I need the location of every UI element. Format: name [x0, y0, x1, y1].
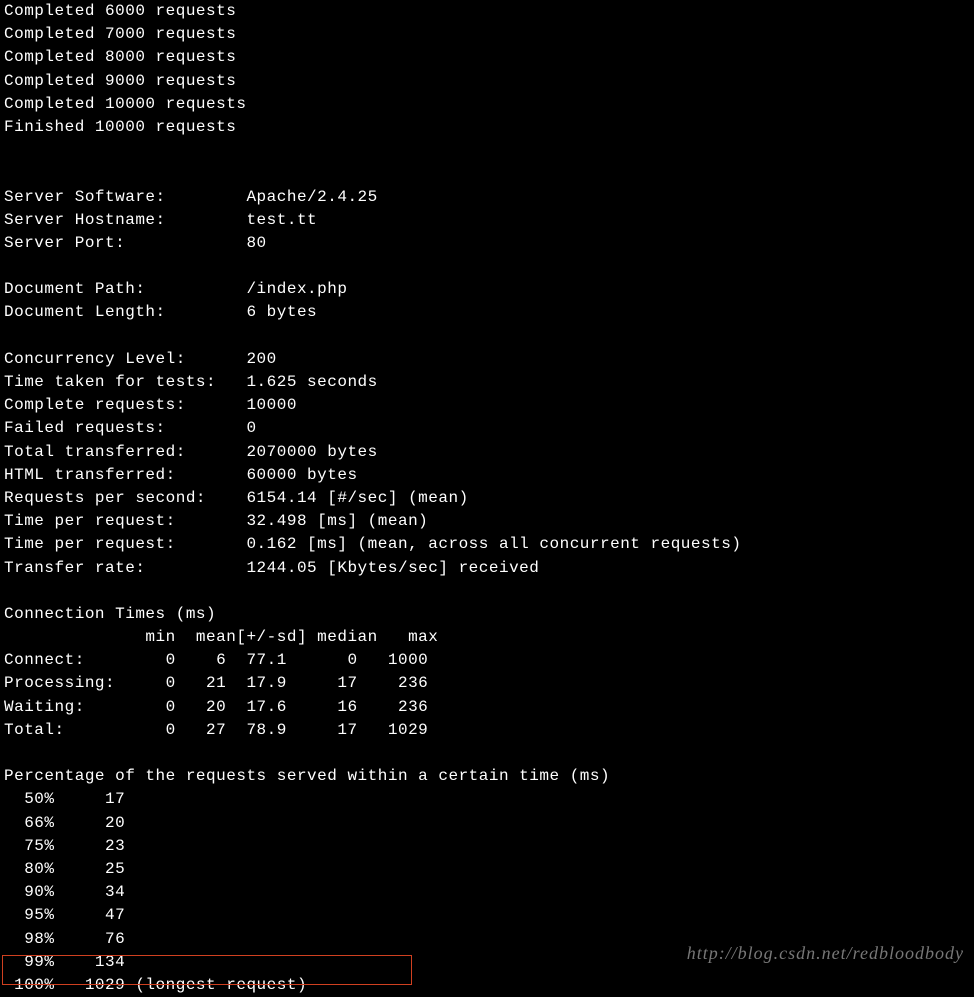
terminal-output: Completed 6000 requests Completed 7000 r…	[0, 0, 974, 997]
